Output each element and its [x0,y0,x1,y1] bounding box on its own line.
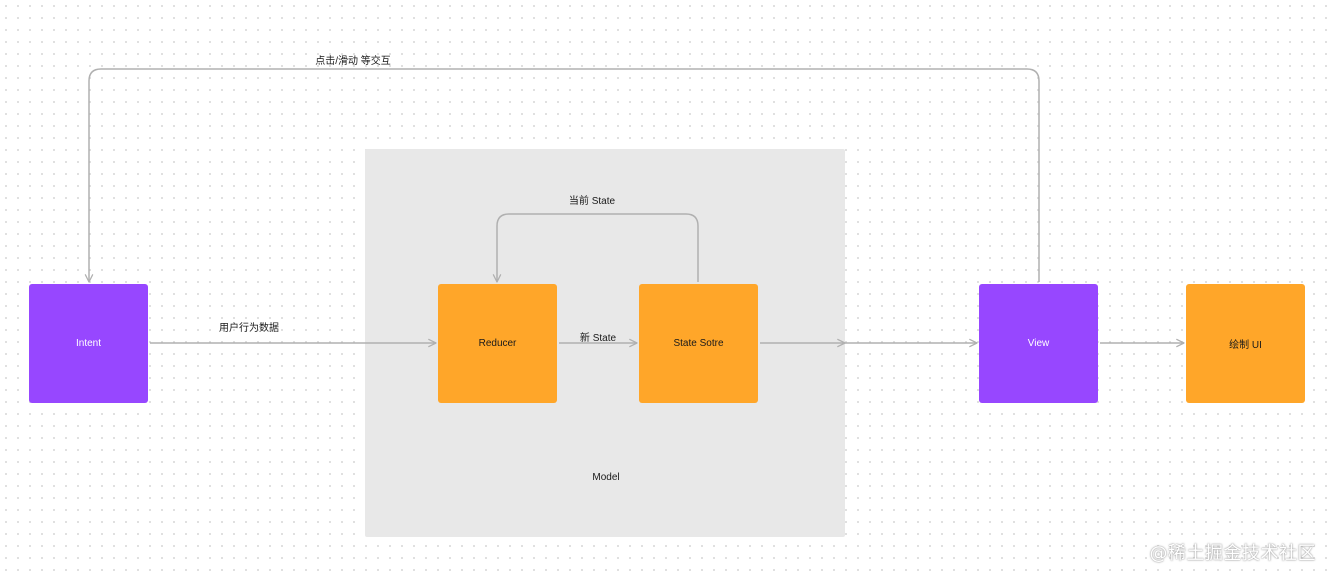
user-action-edge-label: 用户行为数据 [219,323,279,334]
edge-state-store-to-reducer-loop [492,213,699,283]
view-label: View [1027,338,1050,349]
new-state-edge-label: 新 State [579,333,617,344]
state-store-label: State Sotre [673,338,724,349]
intent-label: Intent [75,338,102,349]
reducer-node: Reducer [438,284,557,403]
edge-view-to-intent-loop [84,68,1040,283]
draw-ui-node: 绘制 UI [1186,284,1305,403]
intent-node: Intent [29,284,148,403]
view-node: View [979,284,1098,403]
current-state-edge-label: 当前 State [568,196,616,207]
draw-ui-label: 绘制 UI [1229,340,1262,351]
state-store-node: State Sotre [639,284,758,403]
reducer-label: Reducer [478,338,517,349]
watermark: @稀土掘金技术社区 [1149,543,1316,564]
interaction-edge-label: 点击/滑动 等交互 [315,56,391,67]
model-label: Model [592,472,620,483]
